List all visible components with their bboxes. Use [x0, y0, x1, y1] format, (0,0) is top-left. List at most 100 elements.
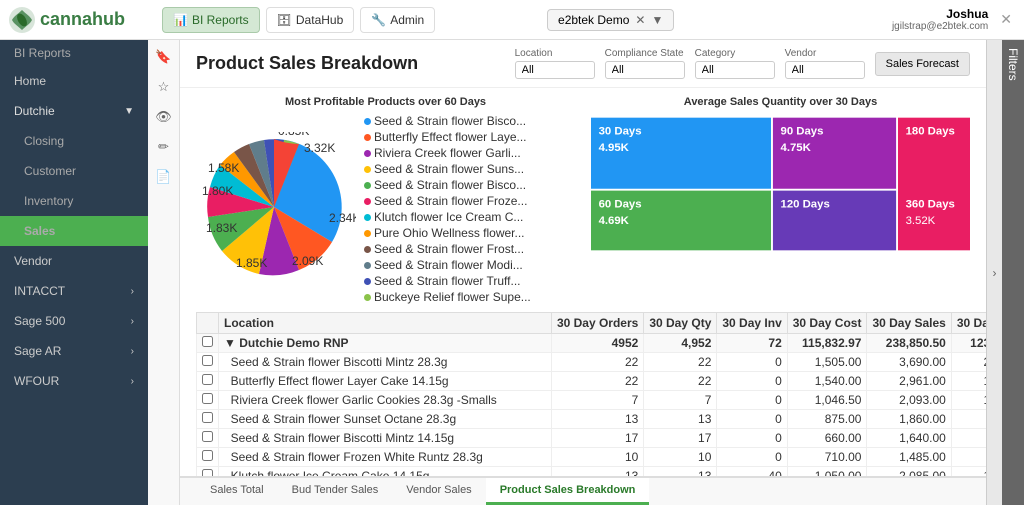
row-sales30: 2,093.00	[867, 391, 951, 410]
row-inv30: 0	[717, 391, 787, 410]
svg-text:120 Days: 120 Days	[781, 199, 830, 211]
dutchie-chevron-icon: ▼	[124, 106, 134, 117]
filters-row: Location All Compliance State All	[515, 48, 970, 79]
icon-strip: 🔖 ☆ 👁 ✏ 📄	[148, 40, 180, 505]
row-checkbox[interactable]	[202, 355, 213, 366]
svg-text:4.75K: 4.75K	[781, 142, 812, 154]
topbar: cannahub 📊 BI Reports 🗄 DataHub 🔧 Admin …	[0, 0, 1024, 40]
row-checkbox[interactable]	[202, 393, 213, 404]
tab-product-sales-breakdown[interactable]: Product Sales Breakdown	[486, 478, 650, 505]
eye-icon[interactable]: 👁	[153, 106, 175, 128]
sales-forecast-button[interactable]: Sales Forecast	[875, 52, 970, 76]
sidebar-item-home[interactable]: Home	[0, 66, 148, 96]
treemap-title: Average Sales Quantity over 30 Days	[591, 96, 970, 108]
sidebar-item-customer[interactable]: Customer	[0, 156, 148, 186]
topbar-close-btn[interactable]: ✕	[996, 11, 1016, 28]
tab-sales-total[interactable]: Sales Total	[196, 478, 278, 505]
row-inv30: 0	[717, 410, 787, 429]
treemap-area: 30 Days 4.95K 90 Days 4.75K 180 Days	[591, 114, 970, 254]
admin-icon: 🔧	[371, 13, 386, 27]
th-30day-profit[interactable]: 30 Day Profit	[951, 313, 986, 334]
legend-item-7: Klutch flower Ice Cream C...	[364, 210, 531, 224]
row-checkbox[interactable]	[202, 431, 213, 442]
row-checkbox-cell	[197, 334, 219, 353]
row-profit30: 123,017.54	[951, 334, 986, 353]
row-orders30: 22	[551, 353, 643, 372]
compliance-select[interactable]: All	[605, 61, 685, 79]
vendor-select[interactable]: All	[785, 61, 865, 79]
row-checkbox[interactable]	[202, 412, 213, 423]
legend-item-12: Buckeye Relief flower Supe...	[364, 290, 531, 304]
logo: cannahub	[8, 6, 156, 34]
th-30day-sales[interactable]: 30 Day Sales	[867, 313, 951, 334]
row-qty30: 22	[644, 372, 717, 391]
row-checkbox-cell	[197, 391, 219, 410]
tab-close-icon[interactable]: ✕	[635, 13, 645, 27]
th-30day-inv[interactable]: 30 Day Inv	[717, 313, 787, 334]
row-checkbox[interactable]	[202, 450, 213, 461]
sidebar-item-inventory[interactable]: Inventory	[0, 186, 148, 216]
tab-bud-tender-sales[interactable]: Bud Tender Sales	[278, 478, 393, 505]
file-icon[interactable]: 📄	[153, 166, 175, 188]
row-location: Butterfly Effect flower Layer Cake 14.15…	[219, 372, 552, 391]
row-qty30: 13	[644, 410, 717, 429]
row-checkbox-cell	[197, 353, 219, 372]
legend-item-6: Seed & Strain flower Froze...	[364, 194, 531, 208]
category-label: Category	[695, 48, 775, 59]
datahub-nav-btn[interactable]: 🗄 DataHub	[266, 7, 355, 33]
th-30day-cost[interactable]: 30 Day Cost	[787, 313, 867, 334]
treemap-svg: 30 Days 4.95K 90 Days 4.75K 180 Days	[591, 114, 970, 254]
charts-section: Most Profitable Products over 60 Days	[180, 88, 986, 312]
row-checkbox[interactable]	[202, 336, 213, 347]
vendor-label: Vendor	[785, 48, 865, 59]
sidebar-item-sales[interactable]: Sales	[0, 216, 148, 246]
svg-text:4.69K: 4.69K	[599, 215, 630, 227]
sidebar-item-bi-reports[interactable]: BI Reports	[0, 40, 148, 66]
row-orders30: 4952	[551, 334, 643, 353]
sidebar-item-wfour[interactable]: WFOUR ›	[0, 366, 148, 396]
row-orders30: 22	[551, 372, 643, 391]
collapse-panel-arrow[interactable]: ›	[986, 40, 1002, 505]
bi-reports-nav-btn[interactable]: 📊 BI Reports	[162, 7, 260, 33]
row-qty30: 22	[644, 353, 717, 372]
row-qty30: 7	[644, 391, 717, 410]
sidebar-item-closing[interactable]: Closing	[0, 126, 148, 156]
row-profit30: 2,185.00	[951, 353, 986, 372]
th-location[interactable]: Location	[219, 313, 552, 334]
user-area: Joshua jgilstrap@e2btek.com ✕	[892, 7, 1016, 32]
th-30day-qty[interactable]: 30 Day Qty	[644, 313, 717, 334]
star-icon[interactable]: ☆	[153, 76, 175, 98]
edit-icon[interactable]: ✏	[153, 136, 175, 158]
table-section: Location 30 Day Orders 30 Day Qty 30 Day…	[180, 312, 986, 476]
th-30day-orders[interactable]: 30 Day Orders	[551, 313, 643, 334]
legend-item-1: Seed & Strain flower Bisco...	[364, 114, 531, 128]
sidebar-item-vendor[interactable]: Vendor	[0, 246, 148, 276]
location-filter: Location All	[515, 48, 595, 79]
row-checkbox-cell	[197, 467, 219, 477]
sidebar-item-sage500[interactable]: Sage 500 ›	[0, 306, 148, 336]
compliance-filter: Compliance State All	[605, 48, 685, 79]
row-checkbox[interactable]	[202, 374, 213, 385]
category-select[interactable]: All	[695, 61, 775, 79]
legend-item-11: Seed & Strain flower Truff...	[364, 274, 531, 288]
row-inv30: 0	[717, 353, 787, 372]
sidebar-item-sagear[interactable]: Sage AR ›	[0, 336, 148, 366]
tab-arrow-icon[interactable]: ▼	[651, 13, 663, 27]
svg-text:1.80K: 1.80K	[202, 184, 233, 198]
legend-item-3: Riviera Creek flower Garli...	[364, 146, 531, 160]
admin-nav-btn[interactable]: 🔧 Admin	[360, 7, 435, 33]
filters-side-panel[interactable]: Filters	[1002, 40, 1024, 505]
row-orders30: 13	[551, 467, 643, 477]
row-sales30: 1,640.00	[867, 429, 951, 448]
sidebar-item-dutchie[interactable]: Dutchie ▼	[0, 96, 148, 126]
table-row: Riviera Creek flower Garlic Cookies 28.3…	[197, 391, 987, 410]
row-profit30: 980.00	[951, 429, 986, 448]
location-select[interactable]: All	[515, 61, 595, 79]
tab-vendor-sales[interactable]: Vendor Sales	[392, 478, 485, 505]
row-cost30: 1,050.00	[787, 467, 867, 477]
table-row: Seed & Strain flower Sunset Octane 28.3g…	[197, 410, 987, 429]
sidebar-item-intacct[interactable]: INTACCT ›	[0, 276, 148, 306]
table-row: Seed & Strain flower Biscotti Mintz 28.3…	[197, 353, 987, 372]
bookmark-icon[interactable]: 🔖	[153, 46, 175, 68]
row-checkbox[interactable]	[202, 469, 213, 476]
